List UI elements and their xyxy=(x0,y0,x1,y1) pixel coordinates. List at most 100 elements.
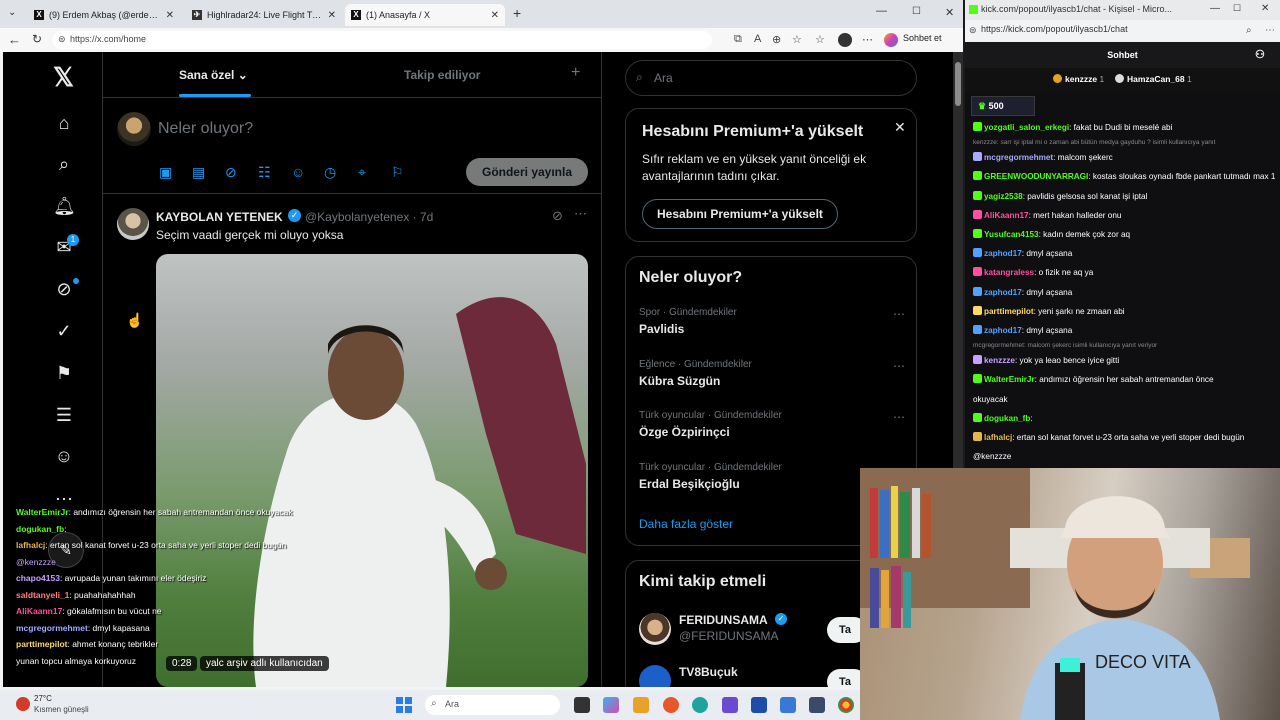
app-icon[interactable] xyxy=(722,697,738,713)
back-icon[interactable]: ← xyxy=(8,32,21,47)
poll-icon[interactable]: ☷ xyxy=(258,164,271,181)
url-field[interactable]: ⊜ https://x.com/home xyxy=(52,31,712,49)
add-tab-icon[interactable]: + xyxy=(571,64,580,82)
chat-message[interactable]: @kenzzze xyxy=(973,447,1275,466)
chat-message[interactable]: zaphod17: dmyl açsana xyxy=(973,283,1275,302)
chat-message[interactable]: mcgregormehmet: malcom şekerc xyxy=(973,148,1275,167)
trend-item[interactable]: Türk oyuncular · Gündemdekiler Özge Özpi… xyxy=(639,410,909,439)
chat-message[interactable]: WalterEmirJr: andımızı öğrensin her saba… xyxy=(973,370,1275,389)
location-icon[interactable]: ⌖ xyxy=(358,164,366,181)
minimize-button[interactable]: — xyxy=(876,5,887,17)
chat-message[interactable]: lafhalcj: ertan sol kanat forvet u-23 or… xyxy=(973,428,1275,447)
profile-icon[interactable]: ☺ xyxy=(53,445,75,467)
image-icon[interactable]: ▣ xyxy=(159,164,172,181)
chat-message[interactable]: AliKaann17: mert hakan halleder onu xyxy=(973,206,1275,225)
leader-item[interactable]: kenzzze 1 xyxy=(1065,74,1104,84)
close-window-button[interactable]: ✕ xyxy=(945,6,954,19)
emoji-icon[interactable]: ☺ xyxy=(291,164,305,180)
suggestion-name[interactable]: FERIDUNSAMA xyxy=(679,613,768,627)
tab-following[interactable]: Takip ediliyor xyxy=(404,68,480,82)
grok-icon[interactable]: ⊘ xyxy=(53,278,75,300)
schedule-icon[interactable]: ◷ xyxy=(324,164,336,181)
chat-username[interactable]: zaphod17 xyxy=(984,288,1022,297)
browser-tab-1[interactable]: X (9) Erdem Akbaş (@erdemakbs) / X ✕ xyxy=(28,4,180,26)
chat-message[interactable]: Yusufcan4153: kadın demek çok zor aq xyxy=(973,225,1275,244)
close-tab-icon[interactable]: ✕ xyxy=(166,10,174,21)
home-icon[interactable]: ⌂ xyxy=(53,112,75,134)
tweet-author-name[interactable]: KAYBOLAN YETENEK xyxy=(156,210,283,224)
sub-goal-badge[interactable]: ♛ 500 xyxy=(971,96,1035,116)
copilot-icon[interactable] xyxy=(884,33,898,47)
more-options-icon[interactable]: ⋯ xyxy=(574,206,587,222)
firefox-icon[interactable] xyxy=(663,697,679,713)
chrome-icon[interactable] xyxy=(838,697,854,713)
grok-icon[interactable]: ⊘ xyxy=(225,164,237,181)
close-window-button[interactable]: ✕ xyxy=(1261,3,1269,14)
tab-for-you[interactable]: Sana özel ⌄ xyxy=(179,68,248,82)
close-icon[interactable]: ✕ xyxy=(894,119,906,136)
tweet-handle[interactable]: @Kaybolanyetenex · 7d xyxy=(305,210,433,224)
maximize-button[interactable]: ☐ xyxy=(1233,3,1241,14)
site-info-icon[interactable]: ⊜ xyxy=(969,25,977,36)
extension-avatar-icon[interactable] xyxy=(838,33,852,47)
chat-username[interactable]: parttimepilot xyxy=(984,307,1034,316)
chat-username[interactable]: lafhalcj xyxy=(984,433,1012,442)
close-tab-icon[interactable]: ✕ xyxy=(328,10,336,21)
chat-message[interactable]: GREENWOODUNYARRAGI: kostas sloukas oynad… xyxy=(973,167,1275,186)
browser-tab-3-active[interactable]: X (1) Anasayfa / X ✕ xyxy=(345,4,505,26)
chat-message[interactable]: parttimepilot: yeni şarkı ne zmaan abi xyxy=(973,302,1275,321)
close-tab-icon[interactable]: ✕ xyxy=(491,10,499,21)
gif-icon[interactable]: ▤ xyxy=(192,164,205,181)
search-icon[interactable]: ⌕ xyxy=(53,153,75,175)
taskbar-search[interactable]: ⌕ Ara xyxy=(425,695,560,715)
zoom-icon[interactable]: ⊕ xyxy=(772,33,781,46)
chat-message[interactable]: kenzzze: yok ya leao bence iyice gitti xyxy=(973,351,1275,370)
minimize-button[interactable]: — xyxy=(1210,3,1220,14)
premium-upgrade-button[interactable]: Hesabını Premium+'a yükselt xyxy=(642,199,838,229)
more-options-icon[interactable]: ⋯ xyxy=(893,307,905,321)
url-text[interactable]: https://kick.com/popout/ilyascb1/chat xyxy=(981,24,1128,34)
search-input[interactable]: ⌕ Ara xyxy=(625,60,917,96)
chat-username[interactable]: Yusufcan4153 xyxy=(984,230,1039,239)
suggestion-name[interactable]: TV8Buçuk xyxy=(679,665,738,679)
show-more-link[interactable]: Daha fazla göster xyxy=(639,517,733,531)
app-icon[interactable] xyxy=(780,697,796,713)
weather-temp[interactable]: 27°C xyxy=(34,694,52,703)
chat-message[interactable]: yagiz2538: pavlidis gelsosa sol kanat iş… xyxy=(973,187,1275,206)
chat-username[interactable]: WalterEmirJr xyxy=(984,375,1035,384)
post-button[interactable]: Gönderi yayınla xyxy=(466,158,588,186)
site-info-icon[interactable]: ⊜ xyxy=(58,34,66,45)
more-icon[interactable]: ⋯ xyxy=(862,33,873,46)
chat-message[interactable]: katangraless: o fizik ne aq ya xyxy=(973,263,1275,282)
tweet-avatar[interactable] xyxy=(117,208,149,240)
more-options-icon[interactable]: ⋯ xyxy=(893,359,905,373)
browser-tab-2[interactable]: ✈ Highlradar24: Live Flight Tracker - Re… xyxy=(186,4,342,26)
flag-icon[interactable]: ⚐ xyxy=(391,164,404,181)
refresh-icon[interactable]: ↻ xyxy=(32,32,42,46)
chat-username[interactable]: dogukan_fb xyxy=(984,414,1030,423)
file-explorer-icon[interactable] xyxy=(633,697,649,713)
maximize-button[interactable]: ☐ xyxy=(912,6,921,17)
chat-username[interactable]: mcgregormehmet xyxy=(984,153,1053,162)
trend-item[interactable]: Eğlence · Gündemdekiler Kübra Süzgün ⋯ xyxy=(639,359,909,388)
more-icon[interactable]: ⋯ xyxy=(1265,25,1275,36)
sohbet-button[interactable]: Sohbet et xyxy=(903,33,942,43)
scrollbar-thumb[interactable] xyxy=(955,62,961,106)
copilot-icon[interactable] xyxy=(603,697,619,713)
chat-username[interactable]: GREENWOODUNYARRAGI xyxy=(984,172,1088,181)
favorite-star-icon[interactable]: ☆ xyxy=(792,33,802,46)
chat-username[interactable]: zaphod17 xyxy=(984,249,1022,258)
compose-input[interactable]: Neler oluyor? xyxy=(158,120,253,138)
chat-username[interactable]: yozgatli_salon_erkegi xyxy=(984,123,1069,132)
user-settings-icon[interactable]: ⚇ xyxy=(1255,42,1265,68)
chat-username[interactable]: kenzzze xyxy=(984,356,1015,365)
leader-item[interactable]: HamzaCan_68 1 xyxy=(1127,74,1192,84)
edge-icon[interactable] xyxy=(692,697,708,713)
avatar[interactable] xyxy=(117,112,151,146)
chat-message[interactable]: zaphod17: dmyl açsana xyxy=(973,244,1275,263)
lists-icon[interactable]: ☰ xyxy=(53,404,75,426)
chat-username[interactable]: AliKaann17 xyxy=(984,211,1029,220)
tab-list-chevron-icon[interactable]: ⌄ xyxy=(8,7,16,18)
more-options-icon[interactable]: ⋯ xyxy=(893,410,905,424)
chat-message[interactable]: dogukan_fb: xyxy=(973,409,1275,428)
